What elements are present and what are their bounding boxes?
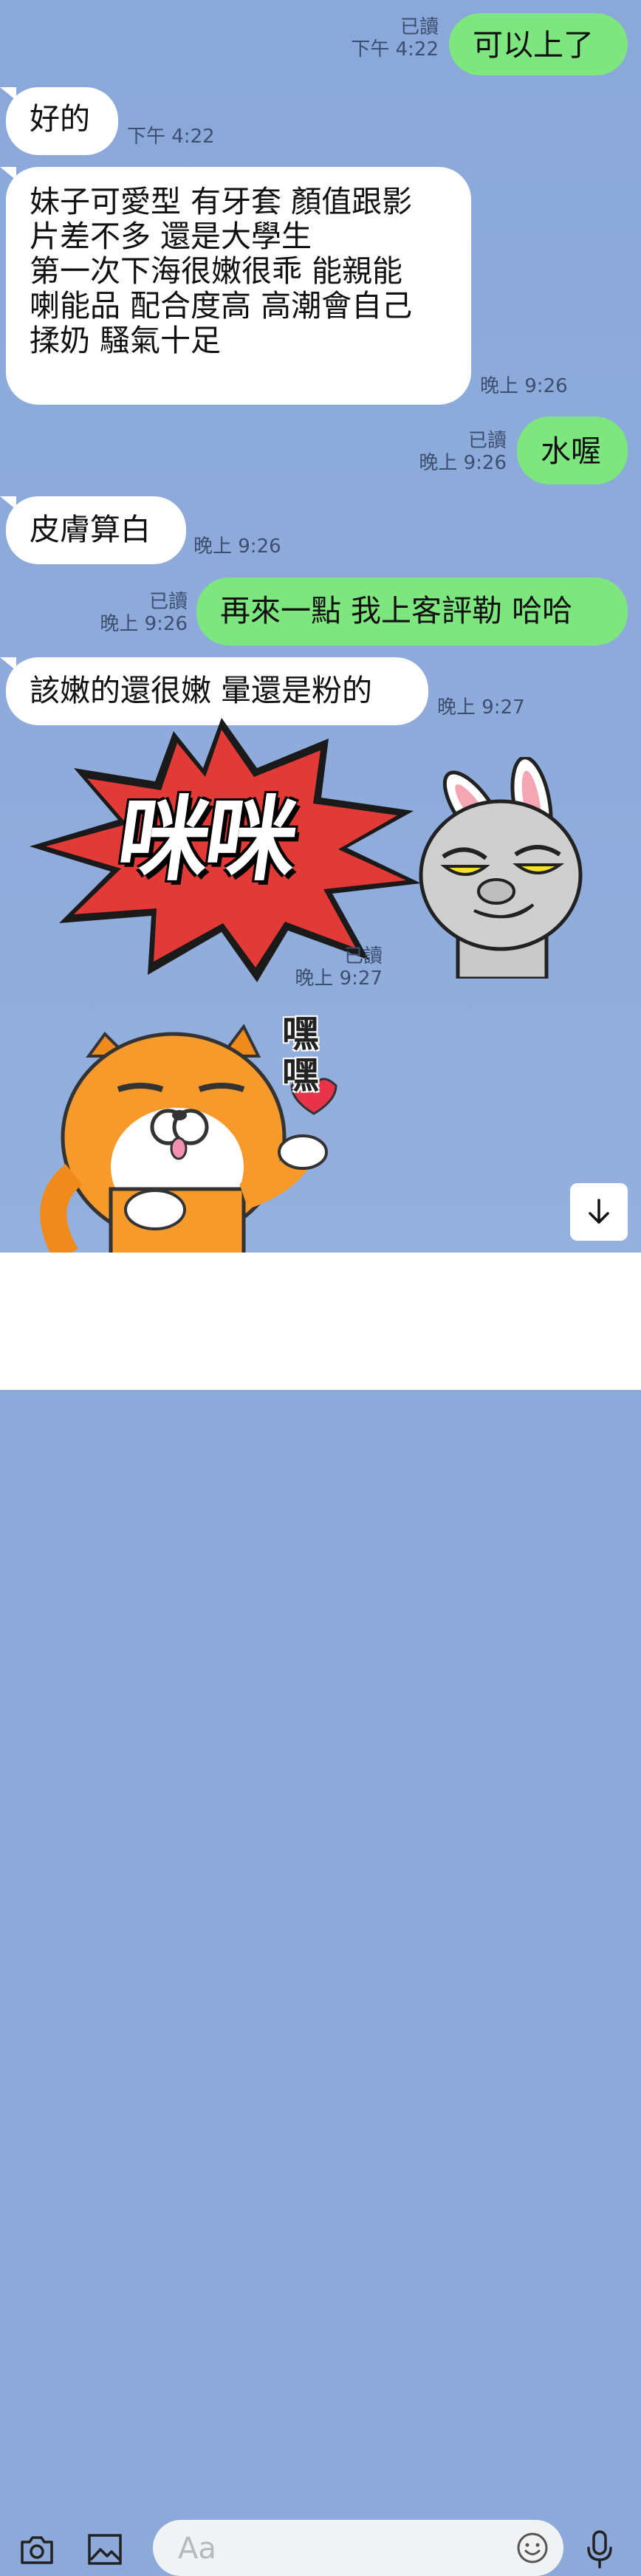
- message-bubble-incoming[interactable]: 該嫩的還很嫩 暈還是粉的: [6, 657, 428, 725]
- microphone-icon: [587, 2530, 612, 2569]
- read-receipt: 已讀 晚上 9:26: [100, 591, 188, 635]
- read-receipt: 已讀 晚上 9:27: [295, 945, 383, 990]
- sticker-heihei[interactable]: 嘿嘿: [0, 1012, 347, 1253]
- image-icon: [88, 2534, 122, 2565]
- message-bubble-incoming[interactable]: 好的: [6, 87, 118, 155]
- photo-button[interactable]: [83, 2529, 127, 2570]
- chat-area[interactable]: 已讀 下午 4:22 可以上了 好的 下午 4:22 妹子可愛型 有牙套 顏值跟…: [0, 0, 641, 1253]
- message-composer-bar: [0, 1253, 641, 2576]
- emoji-button[interactable]: [515, 2530, 550, 2566]
- message-time: 晚上 9:26: [480, 375, 568, 397]
- message-input[interactable]: [176, 2527, 490, 2570]
- message-time: 下午 4:22: [127, 126, 215, 148]
- message-time: 晚上 9:26: [193, 535, 281, 558]
- message-bubble-outgoing[interactable]: 水喔: [517, 417, 628, 484]
- scroll-to-bottom-button[interactable]: [570, 1183, 628, 1241]
- bunny-smirk-icon: [419, 757, 583, 979]
- arrow-down-icon: [589, 1199, 609, 1224]
- message-bubble-incoming[interactable]: 妹子可愛型 有牙套 顏值跟影 片差不多 還是大學生 第一次下海很嫩很乖 能親能 …: [6, 167, 471, 405]
- smiley-icon: [517, 2532, 548, 2563]
- voice-message-button[interactable]: [580, 2527, 619, 2572]
- sticker-text: 咪咪: [110, 787, 301, 894]
- camera-button[interactable]: [15, 2529, 59, 2570]
- message-bubble-outgoing[interactable]: 再來一點 我上客評勒 哈哈: [196, 578, 628, 645]
- message-time: 晚上 9:27: [437, 696, 525, 719]
- read-receipt: 已讀 下午 4:22: [351, 16, 439, 61]
- camera-icon: [21, 2536, 53, 2564]
- message-bubble-outgoing[interactable]: 可以上了: [449, 13, 628, 75]
- message-bubble-incoming[interactable]: 皮膚算白: [6, 496, 186, 564]
- sticker-text: 嘿嘿: [282, 1013, 319, 1097]
- message-input-box[interactable]: [153, 2520, 563, 2576]
- read-receipt: 已讀 晚上 9:26: [419, 430, 507, 474]
